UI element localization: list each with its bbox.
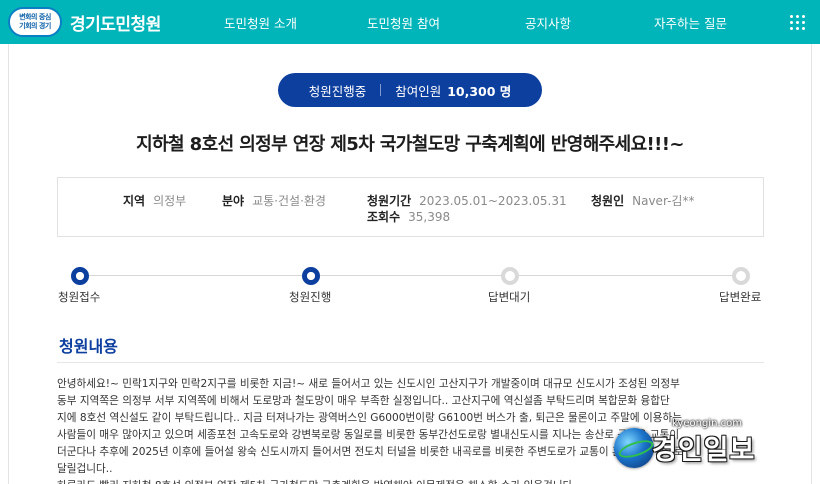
petition-info-box: 지역 의정부 분야 교통·건설·환경 청원기간 2023.05.01~2023.05.… [57, 177, 764, 237]
progress-step-label: 청원접수 [58, 290, 101, 304]
watermark: kyeongin.com 경인일보 [612, 418, 812, 480]
nav-item-notice[interactable]: 공지사항 [525, 13, 571, 32]
body-text-line: 안녕하세요!~ 민락1지구와 민락2지구를 비롯한 지금!~ 새로 들어서고 있… [57, 378, 680, 390]
nav-item-intro[interactable]: 도민청원 소개 [224, 13, 297, 32]
info-region-value: 의정부 [153, 194, 187, 208]
content-section-title: 청원내용 [59, 337, 118, 356]
petition-title: 지하철 8호선 의정부 연장 제5차 국가철도망 구축계획에 반영해주세요!!!… [136, 134, 684, 155]
progress-step-label: 답변대기 [488, 290, 531, 304]
info-views: 조회수 35,398 [367, 208, 450, 225]
info-views-label: 조회수 [367, 210, 401, 224]
info-period-value: 2023.05.01~2023.05.31 [419, 194, 567, 208]
progress-step-dot [501, 267, 519, 285]
progress-step-label: 답변완료 [719, 290, 762, 304]
info-period: 청원기간 2023.05.01~2023.05.31 [367, 192, 567, 209]
info-region-label: 지역 [123, 194, 146, 208]
logo-badge: 변화의 중심 기회의 경기 [8, 7, 62, 37]
watermark-name: 경인일보 [652, 435, 756, 466]
info-petitioner-value: Naver-김** [632, 194, 695, 208]
participants-label: 참여인원 [395, 83, 442, 99]
progress-step-dot [732, 267, 750, 285]
progress-track [80, 275, 740, 276]
status-badge: 청원진행중 참여인원 10,300 명 [278, 73, 542, 107]
info-field-label: 분야 [222, 194, 245, 208]
info-petitioner-label: 청원인 [591, 194, 625, 208]
progress-step-label: 청원진행 [289, 290, 332, 304]
frame-border-left [8, 44, 9, 484]
progress-step-dot [302, 267, 320, 285]
info-period-label: 청원기간 [367, 194, 412, 208]
participants-value: 10,300 명 [447, 83, 512, 99]
info-petitioner: 청원인 Naver-김** [591, 192, 694, 209]
logo-badge-line2: 기회의 경기 [19, 22, 51, 30]
site-logo[interactable]: 변화의 중심 기회의 경기 경기도민청원 [8, 6, 161, 38]
logo-badge-line1: 변화의 중심 [19, 13, 51, 21]
body-text-line: 동부 지역쪽은 의정부 서부 지역쪽에 비해서 도로망과 철도망이 매우 부족한… [57, 395, 670, 407]
nav-item-faq[interactable]: 자주하는 질문 [654, 13, 727, 32]
info-field: 분야 교통·건설·환경 [222, 192, 326, 209]
info-views-value: 35,398 [408, 210, 451, 224]
logo-title: 경기도민청원 [70, 14, 161, 35]
section-divider [57, 362, 764, 363]
progress-step-dot [71, 267, 89, 285]
info-region: 지역 의정부 [123, 192, 186, 209]
site-header: 변화의 중심 기회의 경기 경기도민청원 도민청원 소개 도민청원 참여 공지사… [0, 0, 820, 44]
info-field-value: 교통·건설·환경 [252, 194, 326, 208]
status-state: 청원진행중 [308, 83, 367, 99]
status-divider [380, 84, 382, 96]
nav-item-participate[interactable]: 도민청원 참여 [367, 13, 440, 32]
globe-icon [614, 428, 654, 468]
grid-menu-icon[interactable] [790, 15, 806, 31]
